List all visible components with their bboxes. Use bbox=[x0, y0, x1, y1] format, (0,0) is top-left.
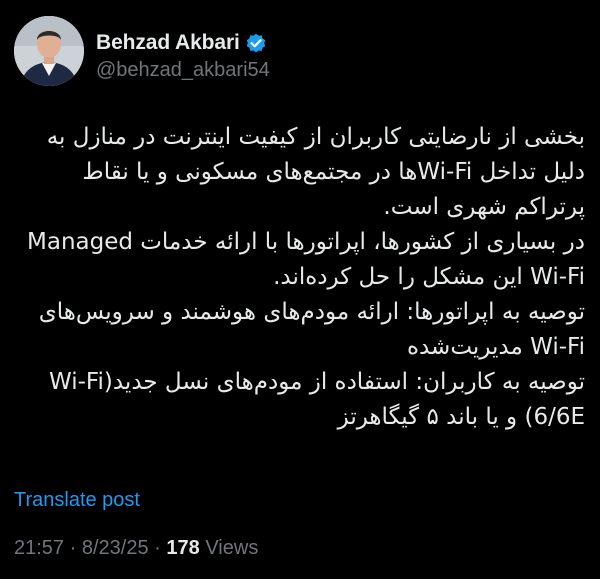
author-handle[interactable]: @behzad_akbari54 bbox=[96, 59, 270, 82]
views-label: Views bbox=[205, 537, 259, 559]
tweet: Behzad Akbari @behzad_akbari54 بخشی از ن… bbox=[0, 0, 600, 579]
post-line: توصیه به کاربران: استفاده از مودم‌های نس… bbox=[49, 369, 585, 395]
meta-separator: · bbox=[154, 537, 161, 559]
avatar-photo bbox=[14, 16, 84, 86]
post-line: Wi-Fi مدیریت‌شده bbox=[406, 334, 585, 360]
translate-post-link[interactable]: Translate post bbox=[14, 489, 140, 512]
avatar[interactable] bbox=[14, 16, 84, 86]
post-meta: 21:57 · 8/23/25 · 178 Views bbox=[14, 537, 258, 560]
verified-badge-icon[interactable] bbox=[245, 32, 267, 54]
post-text: بخشی از نارضایتی کاربران از کیفیت اینترن… bbox=[18, 120, 585, 435]
post-line: پرتراکم شهری است. bbox=[383, 194, 585, 220]
post-line: در بسیاری از کشورها، اپراتورها با ارائه … bbox=[27, 229, 585, 255]
views-count: 178 bbox=[166, 537, 200, 559]
post-date[interactable]: 8/23/25 bbox=[82, 537, 149, 559]
post-line: بخشی از نارضایتی کاربران از کیفیت اینترن… bbox=[46, 124, 585, 150]
name-row: Behzad Akbari bbox=[96, 30, 270, 56]
post-line: 6/6E) و یا باند ۵ گیگاهرتز bbox=[337, 404, 585, 430]
post-line: Wi-Fi این مشکل را حل کرده‌اند. bbox=[273, 264, 585, 290]
meta-separator: · bbox=[69, 537, 77, 559]
author-names: Behzad Akbari @behzad_akbari54 bbox=[96, 30, 270, 82]
post-time[interactable]: 21:57 bbox=[14, 537, 64, 559]
post-line: دلیل تداخل Wi-Fiها در مجتمع‌های مسکونی و… bbox=[82, 159, 585, 185]
post-line: توصیه به اپراتورها: ارائه مودم‌های هوشمن… bbox=[38, 299, 585, 325]
tweet-header: Behzad Akbari @behzad_akbari54 bbox=[14, 16, 270, 92]
display-name[interactable]: Behzad Akbari bbox=[96, 31, 240, 55]
